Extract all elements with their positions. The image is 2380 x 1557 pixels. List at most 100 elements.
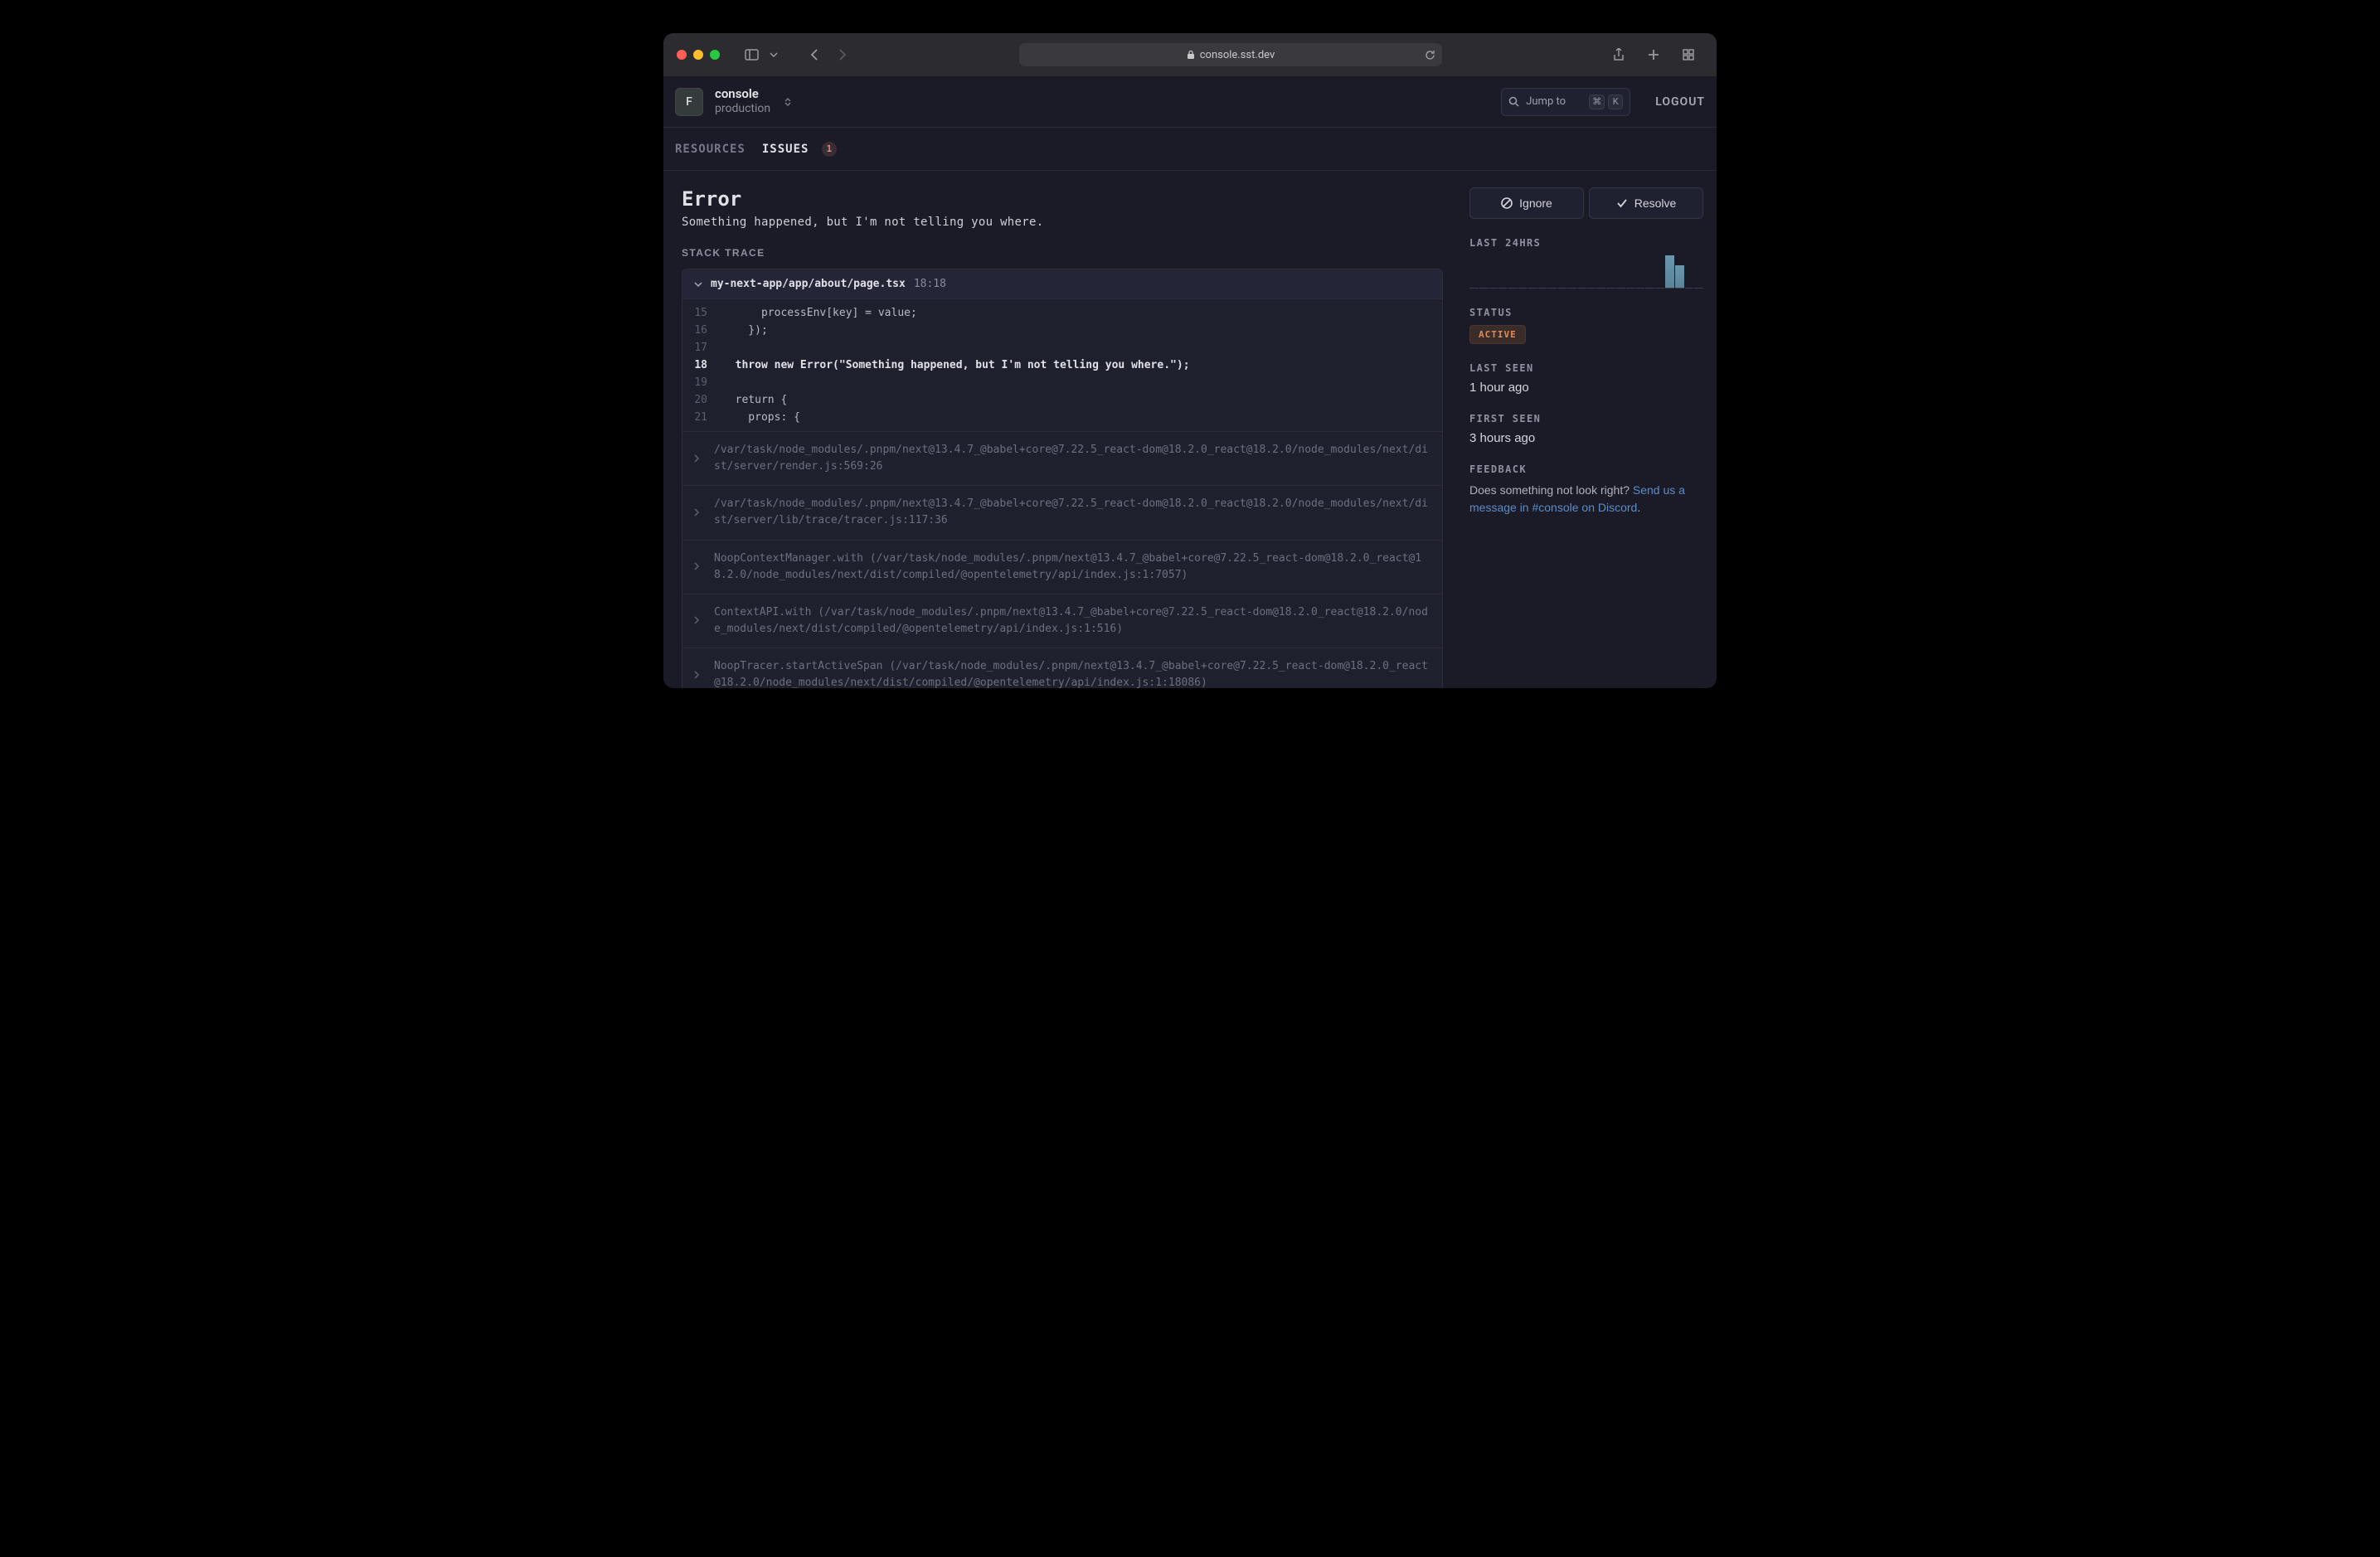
line-number: 17: [682, 342, 722, 354]
chart-bar: [1528, 288, 1537, 289]
chart-bar: [1694, 288, 1703, 289]
jump-to-label: Jump to: [1526, 95, 1566, 108]
trace-frame[interactable]: ContextAPI.with (/var/task/node_modules/…: [682, 594, 1442, 648]
chart-bar: [1606, 288, 1615, 289]
code-line: 18 throw new Error("Something happened, …: [682, 357, 1442, 374]
url-bar[interactable]: console.sst.dev: [1019, 43, 1442, 66]
code-text: throw new Error("Something happened, but…: [722, 359, 1190, 371]
tab-nav: RESOURCES ISSUES 1: [663, 128, 1717, 171]
app-header: F console production Jump to ⌘ K LOGOUT: [663, 76, 1717, 128]
tabs-overview-icon[interactable]: [1677, 45, 1700, 65]
code-line: 19: [682, 374, 1442, 391]
chart-bar: [1489, 288, 1498, 289]
status-label: STATUS: [1469, 307, 1703, 318]
chevron-right-icon: [694, 667, 699, 683]
line-number: 19: [682, 376, 722, 389]
chart-bar: [1616, 288, 1625, 289]
stack-trace-label: STACK TRACE: [682, 247, 1443, 259]
code-line: 15 processEnv[key] = value;: [682, 304, 1442, 322]
code-text: props: {: [722, 411, 800, 424]
chart-bar: [1645, 288, 1654, 289]
error-message: Something happened, but I'm not telling …: [682, 216, 1443, 229]
chart-bar: [1577, 288, 1586, 289]
jump-to-button[interactable]: Jump to ⌘ K: [1501, 88, 1630, 116]
chart-bar: [1508, 288, 1518, 289]
line-number: 15: [682, 307, 722, 319]
back-button[interactable]: [803, 45, 826, 65]
chevron-down-icon[interactable]: [766, 45, 781, 65]
chart-bar: [1655, 288, 1664, 289]
chart-bar: [1479, 288, 1489, 289]
ignore-button[interactable]: Ignore: [1469, 187, 1584, 219]
chart-bar: [1675, 265, 1684, 289]
code-text: });: [722, 324, 768, 337]
check-icon: [1616, 198, 1628, 208]
code-line: 21 props: {: [682, 409, 1442, 426]
first-seen-label: FIRST SEEN: [1469, 413, 1703, 424]
code-text: return {: [722, 394, 787, 406]
tab-issues[interactable]: ISSUES 1: [762, 142, 837, 157]
workspace-title: console: [715, 86, 770, 102]
chevron-right-icon: [694, 613, 699, 629]
frame-path: ContextAPI.with (/var/task/node_modules/…: [714, 606, 1428, 635]
chevron-down-icon: [694, 278, 702, 290]
reload-icon[interactable]: [1425, 49, 1435, 61]
kbd-k: K: [1608, 95, 1623, 109]
error-title: Error: [682, 187, 1443, 211]
resolve-button[interactable]: Resolve: [1589, 187, 1703, 219]
trace-frame-header[interactable]: my-next-app/app/about/page.tsx 18:18: [682, 269, 1442, 299]
trace-frame[interactable]: /var/task/node_modules/.pnpm/next@13.4.7…: [682, 431, 1442, 485]
code-line: 16 });: [682, 322, 1442, 339]
tab-resources[interactable]: RESOURCES: [675, 143, 746, 156]
chart-bar: [1587, 288, 1596, 289]
resolve-label: Resolve: [1634, 196, 1677, 210]
chevron-right-icon: [694, 559, 699, 575]
workspace-env: production: [715, 102, 770, 117]
feedback-label: FEEDBACK: [1469, 463, 1703, 475]
first-seen-value: 3 hours ago: [1469, 431, 1703, 445]
chart-bar: [1498, 288, 1508, 289]
share-icon[interactable]: [1607, 45, 1630, 65]
trace-frame[interactable]: NoopContextManager.with (/var/task/node_…: [682, 540, 1442, 594]
kbd-cmd: ⌘: [1589, 95, 1605, 109]
code-text: processEnv[key] = value;: [722, 307, 917, 319]
chart-bar: [1518, 288, 1528, 289]
code-block: 15 processEnv[key] = value;16 });1718 th…: [682, 299, 1442, 431]
trace-frame[interactable]: /var/task/node_modules/.pnpm/next@13.4.7…: [682, 485, 1442, 539]
status-badge: ACTIVE: [1469, 325, 1526, 344]
trace-frame[interactable]: NoopTracer.startActiveSpan (/var/task/no…: [682, 648, 1442, 688]
lock-icon: [1187, 50, 1195, 60]
main-content: Error Something happened, but I'm not te…: [663, 171, 1717, 688]
traffic-lights: [677, 50, 720, 60]
close-window-button[interactable]: [677, 50, 687, 60]
sidebar-toggle-icon[interactable]: [740, 45, 763, 65]
trace-location: 18:18: [914, 278, 946, 290]
logout-link[interactable]: LOGOUT: [1655, 95, 1705, 109]
forward-button[interactable]: [831, 45, 854, 65]
line-number: 16: [682, 324, 722, 337]
chart-bar: [1665, 255, 1674, 289]
workspace-avatar: F: [675, 88, 703, 116]
feedback-text: Does something not look right? Send us a…: [1469, 482, 1703, 517]
frame-path: /var/task/node_modules/.pnpm/next@13.4.7…: [714, 497, 1428, 526]
code-line: 17: [682, 339, 1442, 357]
occurrence-chart: [1469, 255, 1703, 289]
chart-bar: [1538, 288, 1547, 289]
frame-path: /var/task/node_modules/.pnpm/next@13.4.7…: [714, 444, 1428, 473]
feedback-prefix: Does something not look right?: [1469, 483, 1633, 497]
issues-count-badge: 1: [822, 142, 837, 157]
issue-sidebar: Ignore Resolve LAST 24HRS STATUS ACTIVE …: [1461, 171, 1717, 688]
workspace-switcher[interactable]: F console production: [675, 86, 792, 116]
ignore-icon: [1501, 197, 1513, 209]
minimize-window-button[interactable]: [693, 50, 703, 60]
frame-path: NoopContextManager.with (/var/task/node_…: [714, 552, 1421, 581]
url-text: console.sst.dev: [1200, 49, 1275, 61]
maximize-window-button[interactable]: [710, 50, 720, 60]
chart-bar: [1557, 288, 1566, 289]
new-tab-icon[interactable]: [1642, 45, 1665, 65]
ignore-label: Ignore: [1519, 196, 1552, 210]
chart-bar: [1469, 288, 1479, 289]
chart-bar: [1626, 288, 1635, 289]
chevron-updown-icon: [784, 97, 792, 107]
chart-bar: [1685, 288, 1694, 289]
